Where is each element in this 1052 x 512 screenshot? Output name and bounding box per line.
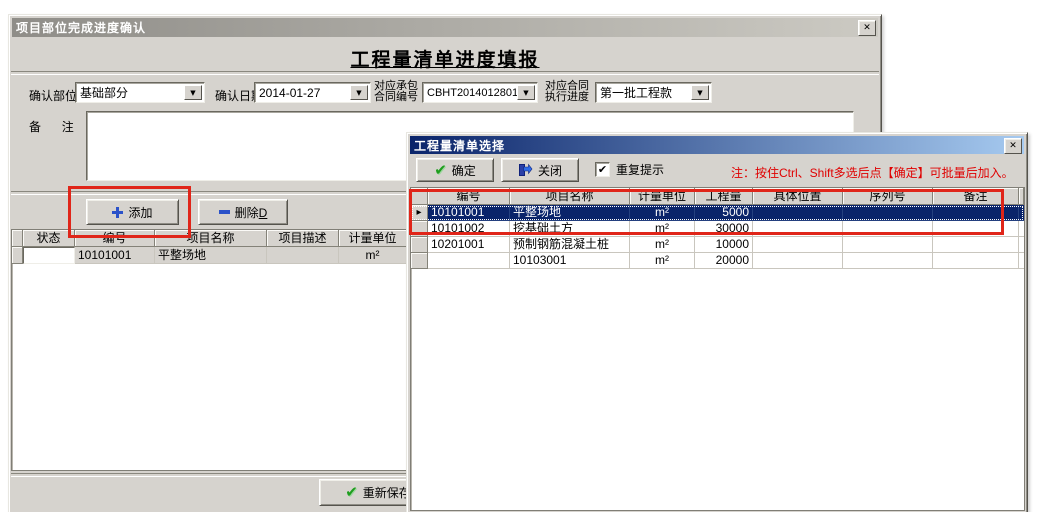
chevron-down-icon[interactable]: ▼ (184, 85, 202, 100)
cell-unit[interactable]: m² (339, 247, 407, 264)
cell-status[interactable] (23, 247, 75, 264)
annotation-box-add (68, 186, 191, 238)
col-header-unit: 计量单位 (339, 230, 407, 247)
close-button-label: 关闭 (538, 162, 562, 179)
back-window-title: 项目部位完成进度确认 (16, 19, 146, 36)
row-indicator-cell (12, 247, 23, 264)
front-grid: 编号 项目名称 计量单位 工程量 具体位置 序列号 备注 ▸ 10101001 … (410, 187, 1025, 511)
contract-no-value: CBHT2014012801 (427, 87, 518, 99)
close-icon: ✕ (863, 24, 871, 33)
chevron-down-icon[interactable]: ▼ (691, 85, 709, 100)
repeat-prompt-label: 重复提示 (616, 161, 664, 178)
page-title: 工程量清单进度填报 (9, 45, 881, 72)
cell-code[interactable] (428, 253, 510, 269)
row-indicator-cell (411, 237, 428, 253)
contract-no-label: 对应承包 合同编号 (374, 81, 418, 103)
resave-button-label: 重新保存 (363, 484, 411, 501)
cell-location[interactable] (753, 237, 843, 253)
row-indicator-header (12, 230, 23, 247)
confirm-part-combo[interactable]: 基础部分 ▼ (75, 82, 205, 103)
col-header-filler (1019, 188, 1024, 205)
table-row[interactable]: 10103001 m² 20000 (411, 253, 1024, 269)
cell-filler (1019, 253, 1025, 269)
screen: 项目部位完成进度确认 ✕ 工程量清单进度填报 确认部位 基础部分 ▼ 确认日期 … (0, 0, 1052, 512)
check-icon: ✔ (345, 485, 358, 500)
close-button[interactable]: 关闭 (501, 158, 579, 182)
chevron-down-icon[interactable]: ▼ (350, 85, 368, 100)
cell-code[interactable]: 10201001 (428, 237, 510, 253)
hint-note: 注：按住Ctrl、Shift多选后点【确定】可批量后加入。 (731, 164, 1014, 181)
chevron-down-icon[interactable]: ▼ (517, 85, 535, 100)
confirm-part-value: 基础部分 (80, 84, 128, 101)
delete-button-label: 删除D (235, 204, 268, 221)
close-icon: ✕ (1009, 142, 1017, 151)
back-window-close-button[interactable]: ✕ (858, 20, 876, 36)
cell-serial[interactable] (843, 237, 933, 253)
cell-name[interactable]: 10103001 (510, 253, 630, 269)
ok-button-label: 确定 (452, 162, 476, 179)
contract-no-combo[interactable]: CBHT2014012801 ▼ (422, 82, 538, 103)
cell-unit[interactable]: m² (630, 253, 695, 269)
minus-icon (219, 210, 230, 214)
cell-code[interactable]: 10101001 (75, 247, 155, 264)
progress-value: 第一批工程款 (600, 84, 672, 101)
cell-filler (1019, 237, 1025, 253)
front-window: 工程量清单选择 ✕ ✔ 确定 关闭 ✔ 重复提示 (406, 132, 1028, 512)
confirm-date-combo[interactable]: 2014-01-27 ▼ (254, 82, 371, 103)
front-window-title: 工程量清单选择 (414, 137, 505, 154)
exit-door-icon (518, 163, 533, 177)
ok-button[interactable]: ✔ 确定 (416, 158, 494, 182)
cell-name[interactable]: 预制钢筋混凝土桩 (510, 237, 630, 253)
cell-filler (1019, 205, 1025, 221)
cell-note[interactable] (933, 237, 1019, 253)
annotation-box-selected-row (409, 189, 1004, 235)
front-window-close-button[interactable]: ✕ (1004, 138, 1022, 154)
remark-label: 备 注 (29, 118, 74, 135)
col-header-desc: 项目描述 (267, 230, 339, 247)
progress-label: 对应合同 执行进度 (545, 81, 589, 103)
cell-qty[interactable]: 20000 (695, 253, 753, 269)
cell-qty[interactable]: 10000 (695, 237, 753, 253)
delete-button[interactable]: 删除D (198, 199, 288, 225)
cell-unit[interactable]: m² (630, 237, 695, 253)
table-row[interactable]: 10201001 预制钢筋混凝土桩 m² 10000 (411, 237, 1024, 253)
cell-serial[interactable] (843, 253, 933, 269)
row-indicator-cell (411, 253, 428, 269)
confirm-part-label: 确认部位 (29, 87, 77, 104)
confirm-date-value: 2014-01-27 (259, 86, 320, 100)
cell-desc[interactable] (267, 247, 339, 264)
back-window-titlebar[interactable]: 项目部位完成进度确认 ✕ (12, 18, 878, 37)
cell-location[interactable] (753, 253, 843, 269)
front-window-titlebar[interactable]: 工程量清单选择 ✕ (410, 136, 1024, 154)
progress-combo[interactable]: 第一批工程款 ▼ (595, 82, 712, 103)
cell-note[interactable] (933, 253, 1019, 269)
checkbox-icon[interactable]: ✔ (595, 162, 610, 177)
cell-filler (1019, 221, 1025, 237)
check-icon: ✔ (434, 163, 447, 178)
cell-name[interactable]: 平整场地 (155, 247, 267, 264)
divider (11, 71, 879, 75)
repeat-prompt-checkbox[interactable]: ✔ 重复提示 (595, 161, 664, 178)
